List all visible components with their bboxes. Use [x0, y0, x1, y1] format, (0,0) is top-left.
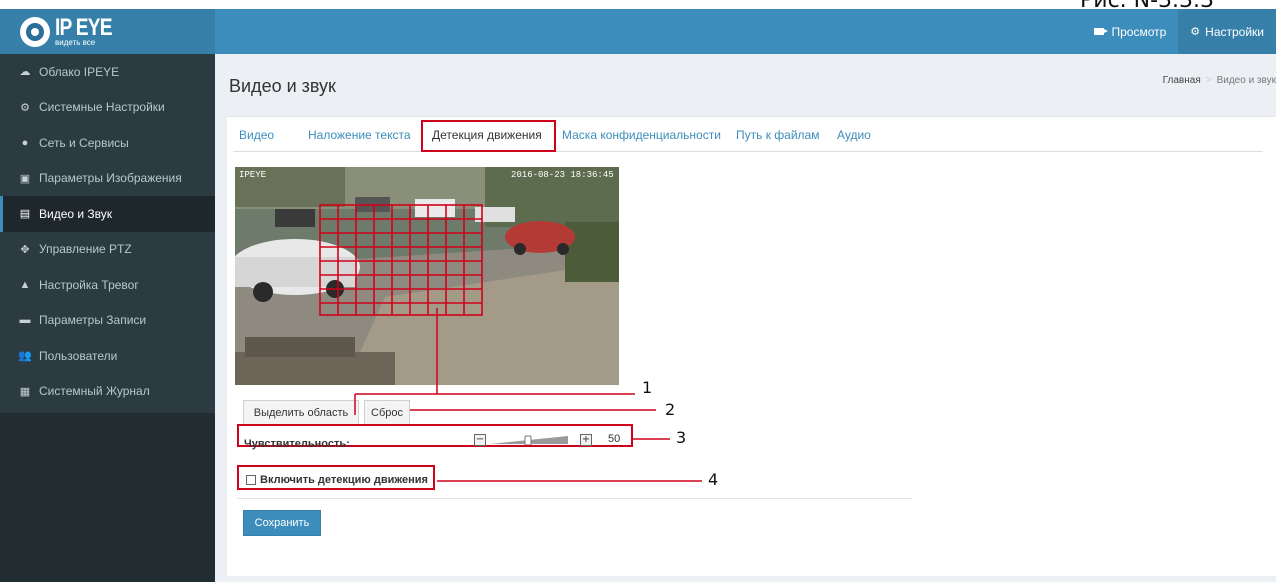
sidebar-item-label: Пользователи	[39, 348, 118, 363]
breadcrumb-home-link[interactable]: Главная	[1163, 75, 1201, 86]
sidebar-item-1[interactable]: ☁ Облако IPEYE	[0, 54, 215, 90]
cogs-icon: ⚙	[1190, 26, 1201, 38]
sidebar-item-10[interactable]: ▦ Системный Журнал	[0, 374, 215, 410]
cloud-icon: ☁	[19, 66, 31, 79]
callout-2: 2	[665, 400, 676, 419]
logo-text: IP EYE	[55, 14, 113, 41]
sidebar-item-6[interactable]: ✥ Управление PTZ	[0, 232, 215, 268]
sidebar-item-8[interactable]: ▬ Параметры Записи	[0, 303, 215, 339]
sidebar-item-label: Облако IPEYE	[39, 64, 120, 79]
warning-icon: ▲	[19, 278, 31, 291]
nav-settings-button[interactable]: ⚙ Настройки	[1178, 9, 1276, 54]
sidebar-item-label: Видео и Звук	[39, 206, 113, 221]
divider	[237, 498, 912, 499]
tab-video[interactable]: Видео	[239, 128, 274, 142]
camera-osd-name: IPEYE	[239, 170, 267, 180]
sidebar-item-3[interactable]: ● Сеть и Сервисы	[0, 125, 215, 161]
eye-logo-icon	[20, 16, 50, 47]
tab-privacy-mask[interactable]: Маска конфиденциальности	[562, 128, 721, 142]
reset-button[interactable]: Сброс	[364, 400, 410, 426]
cogs-icon: ⚙	[20, 101, 30, 114]
tab-audio[interactable]: Аудио	[837, 128, 871, 142]
video-camera-icon	[1094, 28, 1109, 35]
logo[interactable]: IP EYE видеть все	[0, 9, 215, 54]
sensitivity-increase-button[interactable]: +	[580, 434, 592, 446]
book-icon: ▦	[19, 385, 31, 398]
callout-1: 1	[642, 378, 653, 397]
sensitivity-value: 50	[608, 433, 621, 445]
camera-scene-image	[235, 167, 619, 385]
motion-detection-label: Включить детекцию движения	[260, 474, 428, 486]
users-icon: 👥	[18, 350, 32, 363]
sidebar-item-label: Управление PTZ	[39, 242, 132, 257]
nav-view-button[interactable]: Просмотр	[1082, 9, 1178, 54]
sidebar-menu: ☁ Облако IPEYE ⚙ Системные Настройки ● Сеть и…	[0, 54, 215, 413]
file-video-icon: ▤	[19, 208, 31, 221]
breadcrumb: Главная > Видео и звук	[1163, 75, 1276, 86]
save-button[interactable]: Сохранить	[243, 510, 321, 536]
sidebar-item-label: Сеть и Сервисы	[39, 135, 129, 150]
main-content: Видео и звук Главная > Видео и звук Видео …	[215, 54, 1276, 582]
arrows-icon: ✥	[20, 243, 30, 256]
image-icon: ▣	[19, 172, 31, 185]
top-navbar: IP EYE видеть все Просмотр ⚙ Настройки	[0, 9, 1276, 54]
page-title: Видео и звук	[229, 76, 336, 96]
sidebar-item-label: Параметры Записи	[39, 313, 147, 328]
breadcrumb-current: Видео и звук	[1216, 75, 1276, 86]
globe-icon: ●	[21, 136, 29, 149]
nav-view-label: Просмотр	[1111, 24, 1167, 39]
sensitivity-decrease-button[interactable]: −	[474, 434, 486, 446]
motion-detection-option[interactable]: Включить детекцию движения	[246, 474, 428, 486]
sidebar-item-2[interactable]: ⚙ Системные Настройки	[0, 90, 215, 126]
sidebar-item-9[interactable]: 👥 Пользователи	[0, 338, 215, 374]
callout-3: 3	[676, 428, 687, 447]
sidebar-item-4[interactable]: ▣ Параметры Изображения	[0, 161, 215, 197]
settings-panel: Видео Наложение текста Детекция движения…	[227, 116, 1276, 576]
hdd-icon: ▬	[19, 314, 31, 327]
sidebar-item-7[interactable]: ▲ Настройка Тревог	[0, 267, 215, 303]
sidebar-item-label: Системные Настройки	[39, 100, 165, 115]
callout-4: 4	[708, 470, 719, 489]
breadcrumb-separator: >	[1205, 75, 1212, 86]
tab-motion-detection[interactable]: Детекция движения	[432, 128, 542, 142]
select-area-button[interactable]: Выделить область	[243, 400, 359, 426]
motion-detection-checkbox[interactable]	[246, 475, 256, 485]
camera-osd-time: 2016-08-23 18:36:45	[511, 170, 614, 180]
sensitivity-slider[interactable]	[490, 435, 568, 445]
sidebar-item-label: Настройка Тревог	[39, 277, 139, 292]
tab-file-path[interactable]: Путь к файлам	[736, 128, 819, 142]
sidebar: ☁ Облако IPEYE ⚙ Системные Настройки ● Сеть и…	[0, 54, 215, 582]
nav-settings-label: Настройки	[1205, 24, 1264, 39]
sensitivity-label: Чувствительность:	[244, 438, 350, 450]
sidebar-item-label: Системный Журнал	[39, 384, 150, 399]
camera-preview[interactable]: IPEYE 2016-08-23 18:36:45	[235, 167, 619, 385]
tab-text-overlay[interactable]: Наложение текста	[308, 128, 411, 142]
sidebar-item-5[interactable]: ▤ Видео и Звук	[0, 196, 215, 232]
tabs-bar: Видео Наложение текста Детекция движения…	[233, 117, 1263, 152]
sidebar-item-label: Параметры Изображения	[39, 171, 182, 186]
